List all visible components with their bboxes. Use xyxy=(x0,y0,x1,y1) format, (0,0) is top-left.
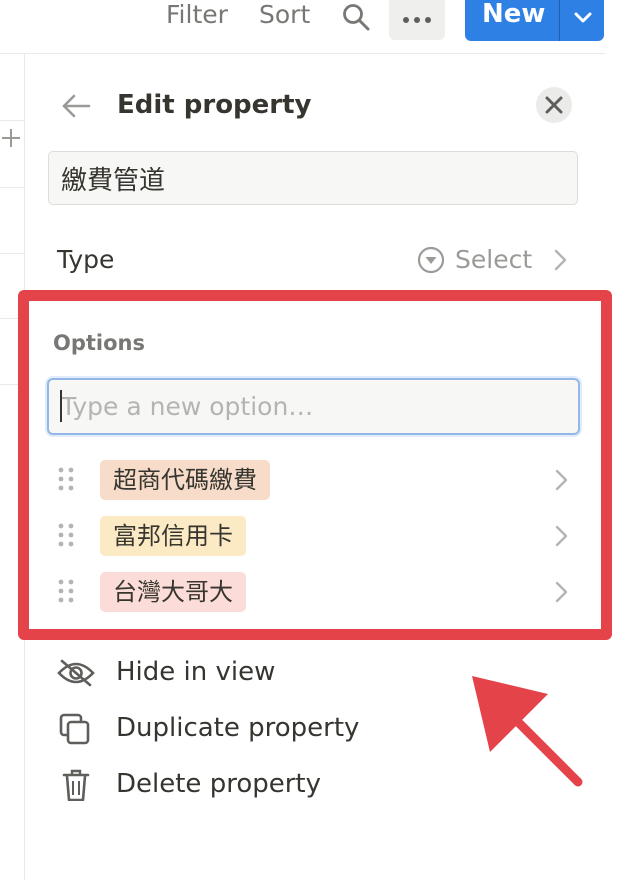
panel-title: Edit property xyxy=(117,90,312,120)
close-icon xyxy=(545,96,563,114)
back-arrow-icon[interactable] xyxy=(60,90,92,122)
sort-button[interactable]: Sort xyxy=(259,0,310,30)
toolbar-divider xyxy=(0,53,605,54)
plus-icon[interactable] xyxy=(1,128,21,148)
table-row-divider xyxy=(0,187,24,188)
new-button-label: New xyxy=(482,0,546,29)
duplicate-property-label: Duplicate property xyxy=(116,713,360,743)
new-button-divider xyxy=(559,0,560,41)
duplicate-icon xyxy=(56,713,96,745)
table-row-divider xyxy=(0,253,24,254)
chevron-right-icon[interactable] xyxy=(551,248,569,272)
options-highlight-box xyxy=(18,290,612,640)
delete-property-action[interactable]: Delete property xyxy=(56,765,456,805)
close-button[interactable] xyxy=(536,87,572,123)
hide-in-view-action[interactable]: Hide in view xyxy=(56,653,456,693)
new-button[interactable]: New xyxy=(465,0,604,41)
delete-property-label: Delete property xyxy=(116,769,321,799)
more-dot xyxy=(414,17,420,23)
more-options-button[interactable] xyxy=(389,0,445,40)
database-toolbar: Filter Sort New xyxy=(0,0,632,54)
hide-in-view-label: Hide in view xyxy=(116,657,276,687)
type-select-button[interactable]: Select xyxy=(455,243,532,277)
property-name-input[interactable] xyxy=(48,151,578,205)
search-icon[interactable] xyxy=(341,2,371,32)
eye-slash-icon xyxy=(56,657,96,689)
more-dot xyxy=(425,17,431,23)
more-dots-icon xyxy=(403,17,409,23)
duplicate-property-action[interactable]: Duplicate property xyxy=(56,709,456,749)
type-label: Type xyxy=(57,245,115,274)
annotation-arrow-icon xyxy=(460,660,600,800)
chevron-down-icon[interactable] xyxy=(569,4,597,32)
select-type-icon xyxy=(417,246,445,274)
trash-icon xyxy=(56,769,96,802)
filter-button[interactable]: Filter xyxy=(166,0,228,30)
table-row-divider xyxy=(0,120,24,121)
